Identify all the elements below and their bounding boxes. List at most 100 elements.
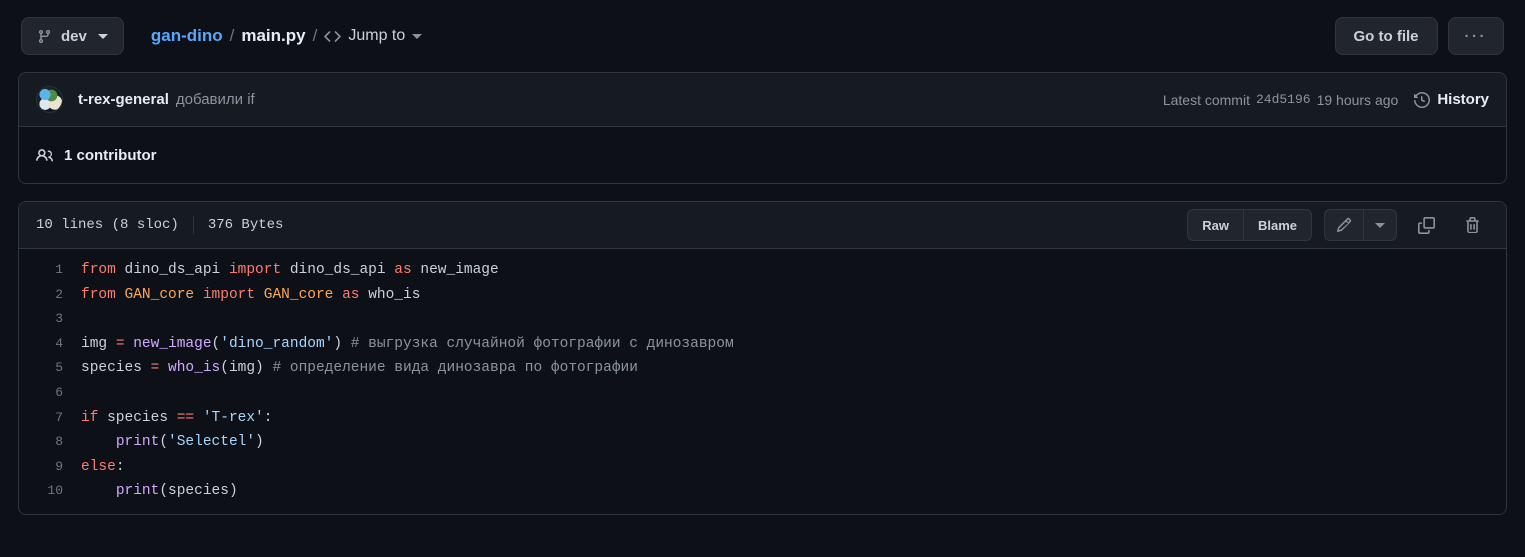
file-stats: 10 lines (8 sloc) 376 Bytes — [36, 216, 283, 234]
code-token: who_is — [168, 360, 221, 377]
trash-icon — [1464, 216, 1481, 234]
code-line: 2 from GAN_core import GAN_core as who_is — [19, 283, 1506, 308]
avatar — [36, 86, 63, 113]
code-token: from — [81, 286, 125, 303]
line-number[interactable]: 8 — [19, 430, 81, 455]
code-token: print — [115, 434, 160, 451]
code-token: 'T-rex' — [202, 409, 264, 426]
line-number[interactable]: 7 — [19, 406, 81, 431]
code-token: GAN_core — [263, 286, 343, 303]
breadcrumb-separator: / — [229, 26, 235, 45]
breadcrumb: gan-dino / main.py / Jump to — [151, 26, 423, 46]
jump-to-label: Jump to — [348, 27, 406, 44]
stats-divider — [192, 216, 194, 234]
code-line: 8 print('Selectel') — [19, 430, 1506, 455]
code-line: 3 — [19, 307, 1506, 332]
code-token: (species) — [159, 483, 238, 500]
file-view-page: dev gan-dino / main.py / Jump to Go to f… — [0, 0, 1525, 557]
code-token: : — [263, 409, 273, 426]
line-number[interactable]: 2 — [19, 283, 81, 308]
code-token: as — [342, 286, 369, 303]
history-clock-icon — [1414, 91, 1431, 108]
breadcrumb-file-name: main.py — [241, 26, 306, 45]
jump-to-button[interactable]: Jump to — [324, 27, 423, 45]
edit-file-button[interactable] — [1325, 210, 1363, 240]
edit-button-group — [1324, 209, 1397, 241]
file-line-count: 10 lines (8 sloc) — [36, 217, 179, 233]
code-content: 1 from dino_ds_api import dino_ds_api as … — [19, 249, 1506, 514]
commit-author-link[interactable]: t-rex-general — [78, 91, 169, 108]
breadcrumb-separator-2: / — [312, 26, 318, 45]
blame-button[interactable]: Blame — [1242, 210, 1311, 240]
history-label: History — [1437, 91, 1489, 108]
contributors-row: 1 contributor — [19, 127, 1506, 183]
code-token: : — [115, 458, 125, 475]
line-code: print(species) — [81, 479, 238, 504]
code-actions: Raw Blame — [1187, 209, 1489, 241]
code-token: if — [81, 409, 108, 426]
people-icon — [36, 147, 53, 164]
latest-commit-row: t-rex-general добавили if Latest commit … — [19, 73, 1506, 127]
code-token: = — [150, 360, 169, 377]
commit-meta-group: Latest commit 24d5196 19 hours ago Histo… — [1163, 91, 1489, 108]
line-number[interactable]: 5 — [19, 356, 81, 381]
code-line: 10 print(species) — [19, 479, 1506, 504]
raw-blame-group: Raw Blame — [1187, 209, 1312, 241]
branch-name-label: dev — [61, 27, 87, 45]
git-branch-icon — [37, 29, 52, 44]
chevron-down-icon — [1375, 222, 1385, 228]
code-token: as — [394, 262, 421, 278]
file-size: 376 Bytes — [207, 217, 284, 233]
commit-info-panel: t-rex-general добавили if Latest commit … — [18, 72, 1507, 184]
line-number[interactable]: 1 — [19, 258, 81, 283]
code-token: dino_ds_api — [124, 262, 229, 278]
more-options-button[interactable]: ··· — [1447, 17, 1504, 55]
line-number[interactable]: 9 — [19, 455, 81, 480]
line-code: species = who_is(img) # определение вида… — [81, 356, 638, 381]
line-number[interactable]: 6 — [19, 381, 81, 406]
code-token: new_image — [133, 335, 212, 352]
code-token: = — [115, 335, 134, 352]
code-token: (img) — [220, 360, 273, 377]
line-number[interactable]: 4 — [19, 332, 81, 357]
chevron-down-icon — [97, 33, 108, 39]
line-code: img = new_image('dino_random') # выгрузк… — [81, 332, 734, 357]
branch-selector-button[interactable]: dev — [21, 17, 124, 55]
code-line: 9 else: — [19, 455, 1506, 480]
copy-raw-content-button[interactable] — [1409, 209, 1443, 241]
code-token: who_is — [368, 286, 421, 303]
contributors-count-link[interactable]: 1 contributor — [64, 147, 157, 164]
code-token: ( — [159, 434, 169, 451]
raw-button[interactable]: Raw — [1188, 210, 1243, 240]
code-token: species — [107, 409, 177, 426]
code-panel: 10 lines (8 sloc) 376 Bytes Raw Blame 1 … — [18, 201, 1507, 515]
code-token: import — [202, 286, 264, 303]
code-token: 'dino_random' — [220, 335, 334, 352]
code-line: 7 if species == 'T-rex': — [19, 406, 1506, 431]
go-to-file-button[interactable]: Go to file — [1334, 17, 1438, 55]
latest-commit-label: Latest commit — [1162, 91, 1250, 108]
commit-sha[interactable]: 24d5196 — [1256, 92, 1311, 107]
toolbar-actions: Go to file ··· — [1334, 17, 1504, 55]
code-token: new_image — [420, 262, 499, 278]
code-token: import — [228, 262, 290, 278]
delete-file-button[interactable] — [1455, 209, 1489, 241]
code-token: else — [81, 458, 116, 475]
commit-message[interactable]: добавили if — [176, 91, 255, 108]
breadcrumb-repo-link[interactable]: gan-dino — [151, 26, 223, 46]
code-token: img — [81, 335, 116, 352]
history-button[interactable]: History — [1414, 91, 1489, 108]
code-header: 10 lines (8 sloc) 376 Bytes Raw Blame — [19, 202, 1506, 249]
line-code: from GAN_core import GAN_core as who_is — [81, 283, 420, 308]
code-token: # выгрузка случайной фотографии с диноза… — [350, 335, 734, 352]
chevron-down-icon — [412, 33, 423, 39]
line-number[interactable]: 10 — [19, 479, 81, 504]
code-token: ) — [333, 335, 351, 352]
copy-icon — [1417, 216, 1435, 234]
line-number[interactable]: 3 — [19, 307, 81, 332]
code-token: ( — [211, 335, 221, 352]
code-token: from — [81, 262, 125, 278]
edit-dropdown-button[interactable] — [1363, 210, 1396, 240]
